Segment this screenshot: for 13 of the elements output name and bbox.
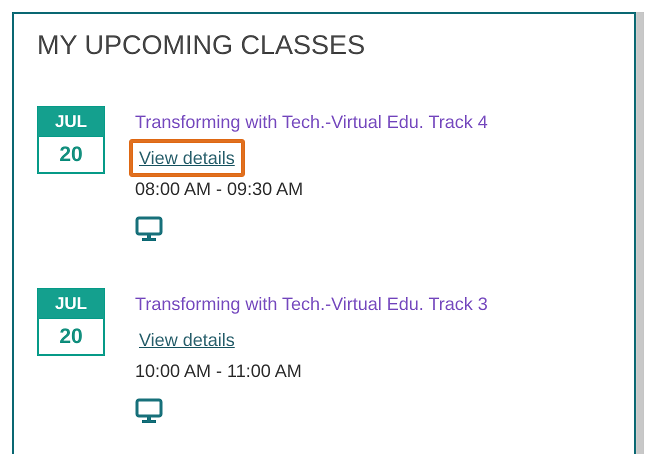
class-time: 08:00 AM - 09:30 AM: [135, 178, 304, 200]
date-day: 20: [37, 319, 105, 356]
monitor-icon: [135, 216, 163, 242]
date-day: 20: [37, 137, 105, 174]
date-month: JUL: [37, 288, 105, 319]
view-details-link[interactable]: View details: [129, 321, 245, 359]
view-details-link[interactable]: View details: [129, 139, 245, 177]
class-title: Transforming with Tech.-Virtual Edu. Track 3: [135, 293, 488, 315]
class-title: Transforming with Tech.-Virtual Edu. Track 4: [135, 111, 488, 133]
monitor-icon: [135, 398, 163, 424]
date-month: JUL: [37, 106, 105, 137]
class-time: 10:00 AM - 11:00 AM: [135, 360, 302, 382]
panel-title: MY UPCOMING CLASSES: [37, 30, 366, 60]
